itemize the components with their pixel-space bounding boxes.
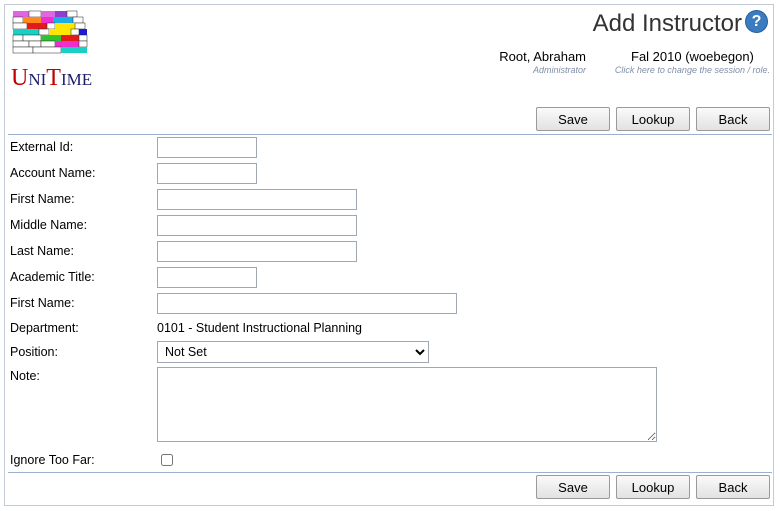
account-name-input[interactable]	[157, 162, 257, 184]
external-id-label: External Id:	[10, 140, 74, 154]
logo-letter-u: U	[11, 65, 29, 91]
department-label: Department:	[10, 321, 79, 335]
ignore-too-far-label: Ignore Too Far:	[10, 453, 95, 467]
back-button[interactable]: Back	[696, 107, 770, 131]
account-name-row: Account Name:	[10, 162, 257, 184]
note-row: Note:	[10, 367, 657, 442]
bottom-button-bar: Save Lookup Back	[536, 475, 770, 499]
first-name-2-input[interactable]	[157, 292, 457, 314]
middle-name-label: Middle Name:	[10, 218, 88, 232]
department-row: Department: 0101 - Student Instructional…	[10, 317, 362, 339]
department-value: 0101 - Student Instructional Planning	[157, 321, 362, 335]
session-name: Fal 2010 (woebegon)	[631, 49, 754, 64]
lookup-button[interactable]: Lookup	[616, 107, 690, 131]
ignore-too-far-row: Ignore Too Far:	[10, 449, 173, 471]
external-id-row: External Id:	[10, 136, 257, 158]
footer-divider	[8, 472, 772, 473]
first-name-row: First Name:	[10, 188, 357, 210]
first-name-2-label: First Name:	[10, 296, 75, 310]
user-role: Administrator	[532, 65, 586, 75]
last-name-row: Last Name:	[10, 240, 357, 262]
save-button[interactable]: Save	[536, 107, 610, 131]
middle-name-input[interactable]	[157, 214, 357, 236]
page-title: Add Instructor	[592, 10, 742, 37]
last-name-input[interactable]	[157, 240, 357, 262]
last-name-label: Last Name:	[10, 244, 74, 258]
logo-letters-ime: IME	[60, 70, 93, 89]
back-button-bottom[interactable]: Back	[696, 475, 770, 499]
academic-title-label: Academic Title:	[10, 270, 95, 284]
first-name-input[interactable]	[157, 188, 357, 210]
session-change-hint: Click here to change the session / role.	[614, 65, 770, 75]
first-name-2-row: First Name:	[10, 292, 457, 314]
account-name-label: Account Name:	[10, 166, 96, 180]
academic-title-input[interactable]	[157, 266, 257, 288]
ignore-too-far-checkbox[interactable]	[161, 454, 173, 466]
user-info[interactable]: Root, Abraham Administrator	[498, 49, 586, 75]
header-divider	[8, 134, 772, 135]
position-select[interactable]: Not Set	[157, 341, 429, 363]
position-row: Position: Not Set	[10, 341, 429, 363]
user-name: Root, Abraham	[499, 49, 586, 64]
logo-wordmark: UNITIME	[11, 65, 92, 92]
middle-name-row: Middle Name:	[10, 214, 357, 236]
logo-timetable-icon	[11, 9, 91, 57]
help-icon[interactable]: ?	[745, 10, 768, 33]
external-id-input[interactable]	[157, 136, 257, 158]
note-label: Note:	[10, 369, 40, 383]
top-button-bar: Save Lookup Back	[536, 107, 770, 131]
academic-title-row: Academic Title:	[10, 266, 257, 288]
save-button-bottom[interactable]: Save	[536, 475, 610, 499]
lookup-button-bottom[interactable]: Lookup	[616, 475, 690, 499]
logo-letter-t: T	[46, 65, 61, 91]
first-name-label: First Name:	[10, 192, 75, 206]
unitime-logo[interactable]: UNITIME	[11, 9, 92, 92]
session-info[interactable]: Fal 2010 (woebegon) Click here to change…	[615, 49, 770, 75]
position-label: Position:	[10, 345, 58, 359]
note-textarea[interactable]	[157, 367, 657, 442]
logo-letters-ni: NI	[28, 70, 47, 89]
